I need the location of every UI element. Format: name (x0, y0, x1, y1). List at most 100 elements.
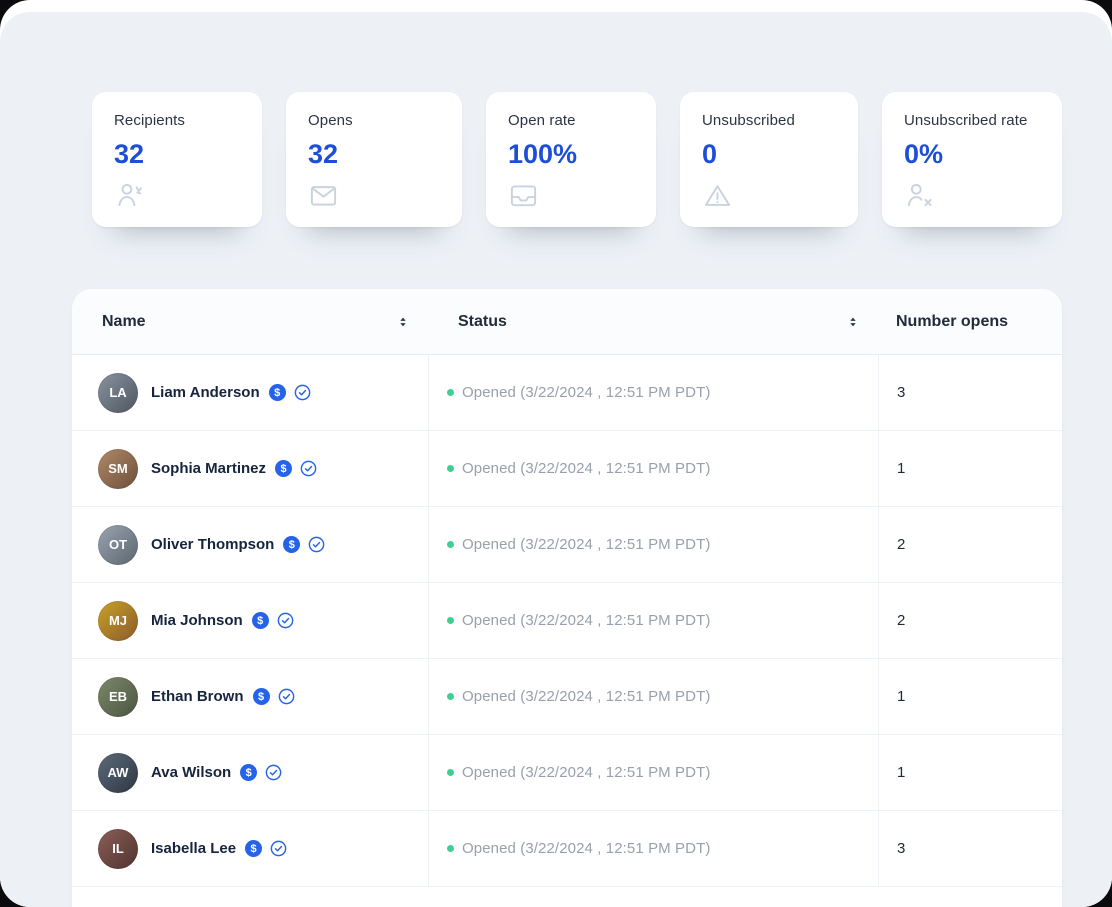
stat-label: Unsubscribed (702, 112, 838, 129)
status-text: Opened (3/22/2024 , 12:51 PM PDT) (462, 460, 710, 477)
window: Recipients 32 Opens 32 Open rate 100% Un… (0, 0, 1112, 907)
stat-card: Unsubscribed 0 (680, 92, 858, 227)
opens-cell: 3 (878, 811, 1062, 886)
avatar: AW (98, 753, 138, 793)
recipient-name: Liam Anderson (151, 384, 260, 401)
status-cell: Opened (3/22/2024 , 12:51 PM PDT) (428, 507, 878, 582)
column-header-label: Status (458, 313, 507, 331)
opens-count: 3 (897, 840, 905, 857)
name-cell: AW Ava Wilson $ (72, 735, 428, 810)
stat-card: Unsubscribed rate 0% (882, 92, 1062, 227)
avatar: IL (98, 829, 138, 869)
column-header-name[interactable]: Name (72, 289, 428, 354)
sort-icon[interactable] (396, 315, 410, 329)
dollar-badge-icon: $ (275, 460, 292, 477)
opens-envelope-icon (308, 180, 442, 212)
opens-cell: 2 (878, 507, 1062, 582)
opens-cell: 1 (878, 735, 1062, 810)
status-text: Opened (3/22/2024 , 12:51 PM PDT) (462, 384, 710, 401)
opens-count: 1 (897, 688, 905, 705)
verified-check-icon (264, 763, 283, 782)
opens-count: 1 (897, 460, 905, 477)
table-row: OT Oliver Thompson $ Opened (3/22/2024 ,… (72, 507, 1062, 583)
status-text: Opened (3/22/2024 , 12:51 PM PDT) (462, 612, 710, 629)
status-cell: Opened (3/22/2024 , 12:51 PM PDT) (428, 583, 878, 658)
opens-cell: 1 (878, 431, 1062, 506)
dollar-badge-icon: $ (269, 384, 286, 401)
table-row: SM Sophia Martinez $ Opened (3/22/2024 ,… (72, 431, 1062, 507)
status-text: Opened (3/22/2024 , 12:51 PM PDT) (462, 536, 710, 553)
status-dot-icon (447, 465, 454, 472)
name-cell: SM Sophia Martinez $ (72, 431, 428, 506)
dollar-badge-icon: $ (252, 612, 269, 629)
status-dot-icon (447, 389, 454, 396)
recipient-name: Ethan Brown (151, 688, 244, 705)
stat-label: Opens (308, 112, 442, 129)
stat-value: 32 (308, 139, 442, 170)
dashboard-panel: Recipients 32 Opens 32 Open rate 100% Un… (0, 12, 1112, 907)
recipient-name: Sophia Martinez (151, 460, 266, 477)
status-cell: Opened (3/22/2024 , 12:51 PM PDT) (428, 431, 878, 506)
avatar: OT (98, 525, 138, 565)
table-row: AW Ava Wilson $ Opened (3/22/2024 , 12:5… (72, 735, 1062, 811)
open-rate-inbox-icon (508, 180, 636, 212)
verified-check-icon (293, 383, 312, 402)
stat-label: Recipients (114, 112, 242, 129)
opens-count: 1 (897, 764, 905, 781)
recipient-name: Oliver Thompson (151, 536, 274, 553)
sort-icon[interactable] (846, 315, 860, 329)
opens-cell: 1 (878, 659, 1062, 734)
stat-value: 0 (702, 139, 838, 170)
stat-label: Unsubscribed rate (904, 112, 1042, 129)
name-cell: MJ Mia Johnson $ (72, 583, 428, 658)
unsubscribed-warning-icon (702, 180, 838, 212)
name-cell: OT Oliver Thompson $ (72, 507, 428, 582)
recipient-name: Ava Wilson (151, 764, 231, 781)
table-header-row: Name Status Number opens (72, 289, 1062, 355)
dollar-badge-icon: $ (283, 536, 300, 553)
avatar: SM (98, 449, 138, 489)
column-header-status[interactable]: Status (428, 289, 878, 354)
dollar-badge-icon: $ (253, 688, 270, 705)
status-text: Opened (3/22/2024 , 12:51 PM PDT) (462, 688, 710, 705)
status-cell: Opened (3/22/2024 , 12:51 PM PDT) (428, 735, 878, 810)
status-dot-icon (447, 693, 454, 700)
opens-count: 2 (897, 536, 905, 553)
status-text: Opened (3/22/2024 , 12:51 PM PDT) (462, 840, 710, 857)
opens-count: 3 (897, 384, 905, 401)
status-cell: Opened (3/22/2024 , 12:51 PM PDT) (428, 355, 878, 430)
dollar-badge-icon: $ (245, 840, 262, 857)
status-dot-icon (447, 617, 454, 624)
status-cell: Opened (3/22/2024 , 12:51 PM PDT) (428, 811, 878, 886)
table-body: LA Liam Anderson $ Opened (3/22/2024 , 1… (72, 355, 1062, 887)
opens-count: 2 (897, 612, 905, 629)
stat-value: 32 (114, 139, 242, 170)
recipients-person-icon (114, 180, 242, 212)
stat-value: 100% (508, 139, 636, 170)
avatar: EB (98, 677, 138, 717)
stat-card: Open rate 100% (486, 92, 656, 227)
status-cell: Opened (3/22/2024 , 12:51 PM PDT) (428, 659, 878, 734)
table-row: LA Liam Anderson $ Opened (3/22/2024 , 1… (72, 355, 1062, 431)
stat-label: Open rate (508, 112, 636, 129)
recipients-table-card: Name Status Number opens LA Liam Anderso… (72, 289, 1062, 907)
stats-row: Recipients 32 Opens 32 Open rate 100% Un… (92, 92, 1112, 227)
table-row: EB Ethan Brown $ Opened (3/22/2024 , 12:… (72, 659, 1062, 735)
table-row: MJ Mia Johnson $ Opened (3/22/2024 , 12:… (72, 583, 1062, 659)
status-dot-icon (447, 769, 454, 776)
opens-cell: 3 (878, 355, 1062, 430)
unsubscribed-rate-person-icon (904, 180, 1042, 212)
name-cell: EB Ethan Brown $ (72, 659, 428, 734)
recipient-name: Mia Johnson (151, 612, 243, 629)
opens-cell: 2 (878, 583, 1062, 658)
status-text: Opened (3/22/2024 , 12:51 PM PDT) (462, 764, 710, 781)
avatar: LA (98, 373, 138, 413)
verified-check-icon (269, 839, 288, 858)
column-header-label: Name (102, 313, 146, 331)
recipient-name: Isabella Lee (151, 840, 236, 857)
dollar-badge-icon: $ (240, 764, 257, 781)
verified-check-icon (277, 687, 296, 706)
name-cell: LA Liam Anderson $ (72, 355, 428, 430)
status-dot-icon (447, 845, 454, 852)
column-header-number-opens[interactable]: Number opens (878, 289, 1062, 354)
